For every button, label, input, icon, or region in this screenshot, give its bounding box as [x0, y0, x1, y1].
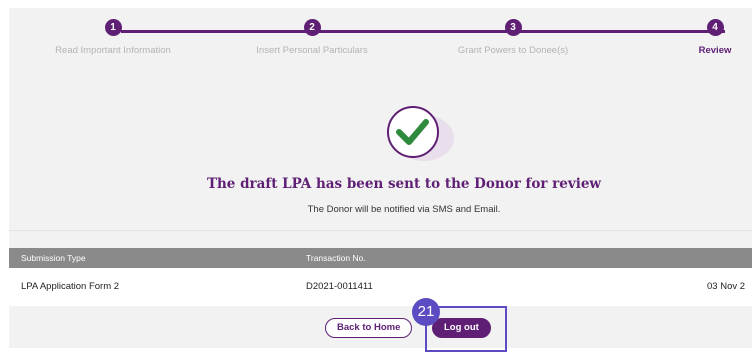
success-check-icon	[382, 101, 454, 161]
step-label: Review	[698, 45, 732, 56]
step-number: 4	[706, 19, 724, 36]
header-submission-type: Submission Type	[21, 253, 86, 263]
result-title: The draft LPA has been sent to the Donor…	[206, 176, 602, 192]
back-to-home-button[interactable]: Back to Home	[325, 318, 413, 338]
step-number: 1	[104, 19, 122, 36]
annotation-badge: 21	[412, 298, 440, 326]
step-number: 3	[504, 19, 522, 36]
step-label: Grant Powers to Donee(s)	[457, 45, 569, 56]
table-row: LPA Application Form 2 D2021-0011411 03 …	[9, 268, 752, 306]
cell-date: 03 Nov 2	[707, 281, 746, 292]
divider	[9, 230, 752, 231]
step-label: Read Important Information	[55, 45, 171, 56]
step-label: Insert Personal Particulars	[256, 45, 368, 56]
step-4: 4 Review	[635, 19, 752, 56]
step-number: 2	[303, 19, 321, 36]
cell-transaction-no: D2021-0011411	[306, 281, 373, 292]
table-header: Submission Type Transaction No.	[9, 248, 752, 268]
cell-submission-type: LPA Application Form 2	[21, 281, 120, 292]
review-panel: 1 Read Important Information 2 Insert Pe…	[9, 8, 752, 348]
header-transaction-no: Transaction No.	[306, 253, 366, 263]
step-2: 2 Insert Personal Particulars	[232, 19, 392, 56]
step-3: 3 Grant Powers to Donee(s)	[433, 19, 593, 56]
result-subtitle: The Donor will be notified via SMS and E…	[307, 204, 501, 215]
step-1: 1 Read Important Information	[33, 19, 193, 56]
